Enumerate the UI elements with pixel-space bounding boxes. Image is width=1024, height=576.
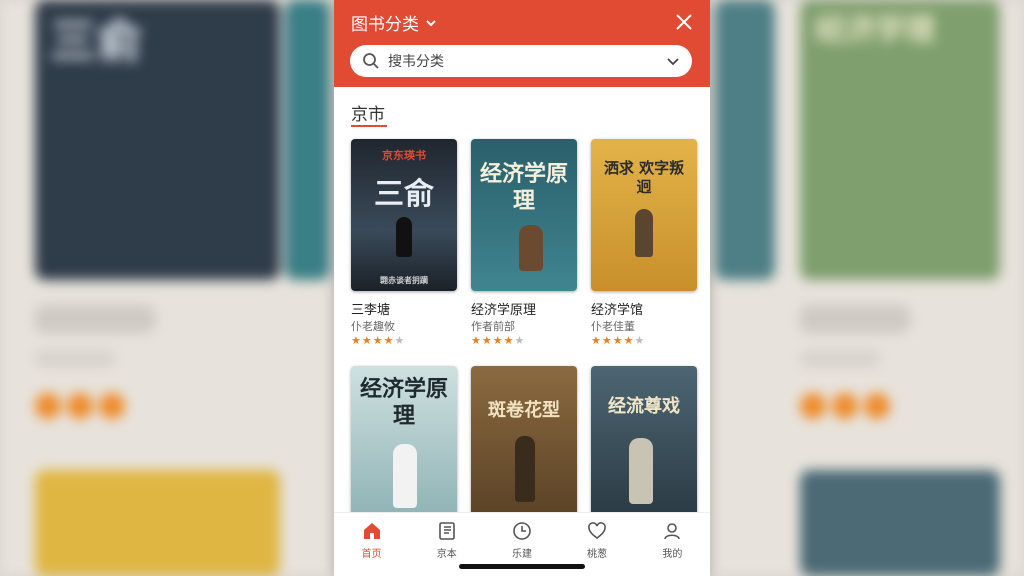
book-author: 仆老佳董 [591,320,635,333]
tab-label: 我的 [662,549,683,560]
tab-label: 乐建 [511,549,532,560]
book-icon [438,522,455,540]
bg-title-left: 三俞 [50,14,142,68]
category-title-dropdown[interactable]: 图书分类 [351,10,437,35]
book-card[interactable]: 经济学原理 经济学原理 作者前部 ★★★★★ [471,139,577,347]
book-cover[interactable]: 经济学原理 [351,366,457,518]
rating-stars: ★★★★★ [351,334,406,347]
tab-label: 桃葱 [587,549,608,560]
book-title: 经济学馆 [591,303,644,316]
tab-profile[interactable]: 我的 [642,513,702,576]
home-icon [363,523,380,539]
section-title: 京市 [351,105,385,125]
phone-screen: 图书分类 搜韦分类 京市 京东瑛书 三俞 翾赤谈者抈躏 三李塘 仆老趣攸 ★★★… [334,0,710,576]
rating-stars: ★★★★★ [471,334,526,347]
book-card[interactable]: 洒求 欢字叛迥 经济学馆 仆老佳董 ★★★★★ [591,139,697,347]
book-title: 经济学原理 [471,303,537,316]
book-cover[interactable]: 京东瑛书 三俞 翾赤谈者抈躏 [351,139,457,291]
book-card[interactable]: 经流尊戏 [591,366,697,518]
chevron-down-icon [426,19,436,26]
bg-title-right: 经济学理 [815,13,935,48]
cover-title: 经济学原理 [479,162,568,214]
book-card[interactable]: 京东瑛书 三俞 翾赤谈者抈躏 三李塘 仆老趣攸 ★★★★★ [351,139,457,347]
tab-label: 京本 [436,549,457,560]
book-card[interactable]: 斑卷花型 [471,366,577,518]
book-author: 作者前部 [471,320,515,333]
rating-stars: ★★★★★ [591,334,646,347]
search-input[interactable]: 搜韦分类 [350,45,692,77]
tab-home[interactable]: 首页 [342,513,402,576]
chevron-down-icon[interactable] [666,54,680,68]
book-card[interactable]: 经济学原理 [351,366,457,518]
cover-title: 洒求 欢字叛迥 [603,159,685,196]
cover-title: 经济学原理 [359,377,448,429]
clock-icon [513,522,531,540]
close-icon[interactable] [674,12,694,32]
book-cover[interactable]: 斑卷花型 [471,366,577,518]
cover-top-text: 京东瑛书 [382,149,426,162]
book-title: 三李塘 [351,303,391,316]
user-icon [664,523,681,540]
section-underline [351,125,387,127]
book-cover[interactable]: 经流尊戏 [591,366,697,518]
home-indicator [459,564,585,569]
book-author: 仆老趣攸 [351,320,395,333]
search-icon [363,53,379,69]
cover-title: 斑卷花型 [488,400,560,421]
page-title: 图书分类 [351,15,419,35]
cover-title: 经流尊戏 [608,396,680,417]
book-cover[interactable]: 经济学原理 [471,139,577,291]
book-cover[interactable]: 洒求 欢字叛迥 [591,139,697,291]
cover-title: 三俞 [374,177,434,212]
header-bar: 图书分类 搜韦分类 [334,0,710,87]
tab-label: 首页 [361,549,382,560]
heart-icon [588,522,607,539]
search-placeholder: 搜韦分类 [388,54,444,70]
cover-bottom-text: 翾赤谈者抈躏 [380,276,428,285]
